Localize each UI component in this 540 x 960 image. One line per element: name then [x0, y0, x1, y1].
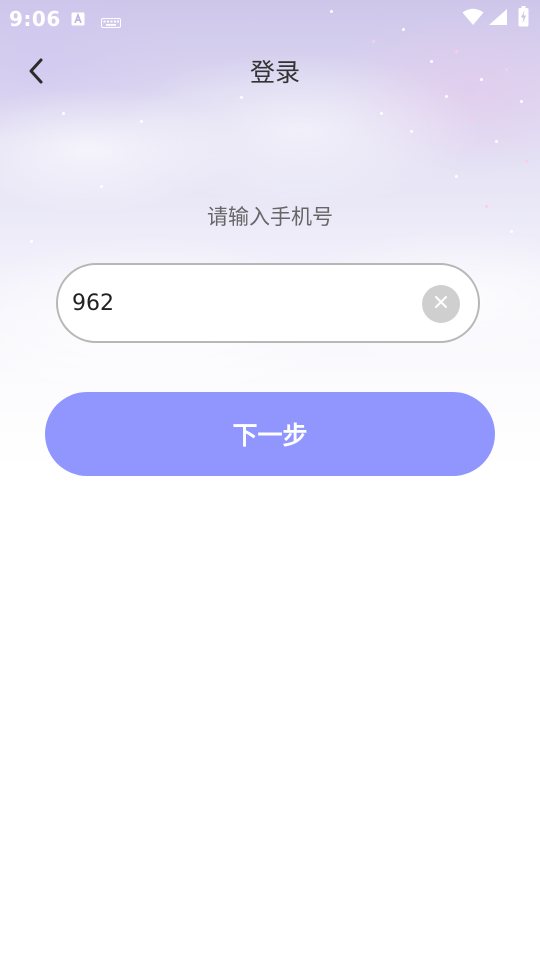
keyboard-a-icon [71, 11, 85, 30]
sparkle [62, 112, 65, 115]
next-step-button[interactable]: 下一步 [45, 392, 495, 476]
sparkle [520, 100, 523, 103]
page-title: 登录 [249, 58, 300, 87]
signal-icon [488, 8, 508, 30]
status-bar: 9:06 [0, 0, 540, 36]
sparkle [240, 96, 243, 99]
sparkle [140, 120, 143, 123]
sparkle [470, 118, 473, 121]
close-icon [433, 294, 449, 314]
sparkle [380, 112, 383, 115]
keyboard-icon [101, 13, 121, 32]
sparkle [372, 40, 375, 43]
back-button[interactable] [18, 54, 54, 92]
sparkle [525, 160, 528, 163]
sparkle [445, 95, 448, 98]
sparkle [495, 140, 498, 143]
sparkle [485, 205, 488, 208]
sparkle [505, 68, 508, 71]
phone-field [56, 263, 480, 343]
phone-prompt-label: 请输入手机号 [207, 205, 333, 229]
sparkle [100, 185, 103, 188]
status-time: 9:06 [9, 7, 61, 31]
sparkle [455, 175, 458, 178]
battery-charging-icon [518, 6, 529, 31]
sparkle [480, 78, 483, 81]
sparkle [410, 130, 413, 133]
clear-input-button[interactable] [422, 285, 460, 323]
chevron-left-icon [26, 57, 46, 89]
wifi-icon [462, 8, 484, 30]
phone-input[interactable] [72, 283, 402, 323]
sparkle [430, 60, 433, 63]
sparkle [30, 240, 33, 243]
sparkle [510, 230, 513, 233]
sparkle [455, 50, 458, 53]
